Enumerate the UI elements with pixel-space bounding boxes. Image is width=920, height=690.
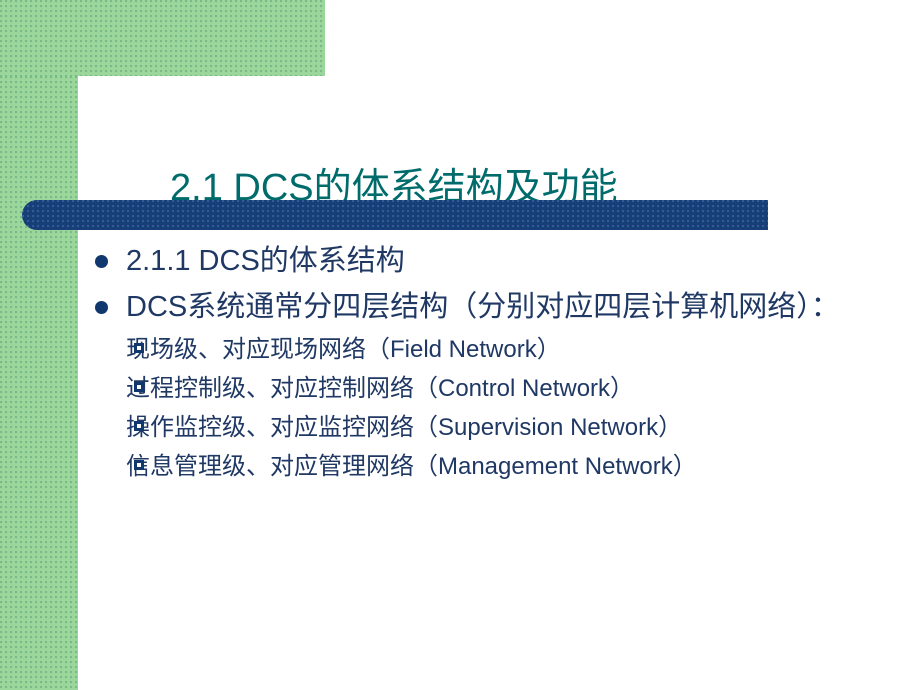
title-panel: 2.1 DCS的体系结构及功能 — [78, 76, 920, 209]
slide-body: 2.1.1 DCS的体系结构 DCS系统通常分四层结构（分别对应四层计算机网络）… — [90, 240, 890, 489]
list-item-label: DCS系统通常分四层结构（分别对应四层计算机网络）： — [126, 291, 840, 323]
list-item: DCS系统通常分四层结构（分别对应四层计算机网络）： 现场级、对应现场网络（Fi… — [90, 286, 890, 485]
round-bullet-icon — [95, 255, 108, 268]
round-bullet-icon — [95, 301, 108, 314]
green-side-strip — [0, 76, 78, 690]
square-bullet-icon — [134, 421, 144, 431]
list-item: 现场级、对应现场网络（Field Network） — [126, 332, 890, 368]
bullet-list-level2: 现场级、对应现场网络（Field Network） 过程控制级、对应控制网络（C… — [126, 332, 890, 485]
title-divider-bar — [22, 200, 768, 230]
list-item: 2.1.1 DCS的体系结构 — [90, 240, 890, 282]
list-item: 信息管理级、对应管理网络（Management Network） — [126, 449, 890, 485]
green-header-block — [0, 0, 325, 76]
list-item-label: 信息管理级、对应管理网络（Management Network） — [126, 453, 697, 480]
list-item: 操作监控级、对应监控网络（Supervision Network） — [126, 410, 890, 446]
square-bullet-icon — [134, 343, 144, 353]
list-item-label: 现场级、对应现场网络（Field Network） — [126, 336, 561, 363]
square-bullet-icon — [134, 382, 144, 392]
list-item-label: 2.1.1 DCS的体系结构 — [126, 245, 405, 277]
square-bullet-icon — [134, 460, 144, 470]
list-item-label: 操作监控级、对应监控网络（Supervision Network） — [126, 414, 683, 441]
presentation-slide: 2.1 DCS的体系结构及功能 2.1.1 DCS的体系结构 DCS系统通常分四… — [0, 0, 920, 690]
bullet-list-level1: 2.1.1 DCS的体系结构 DCS系统通常分四层结构（分别对应四层计算机网络）… — [90, 240, 890, 485]
list-item: 过程控制级、对应控制网络（Control Network） — [126, 371, 890, 407]
list-item-label: 过程控制级、对应控制网络（Control Network） — [126, 375, 635, 402]
